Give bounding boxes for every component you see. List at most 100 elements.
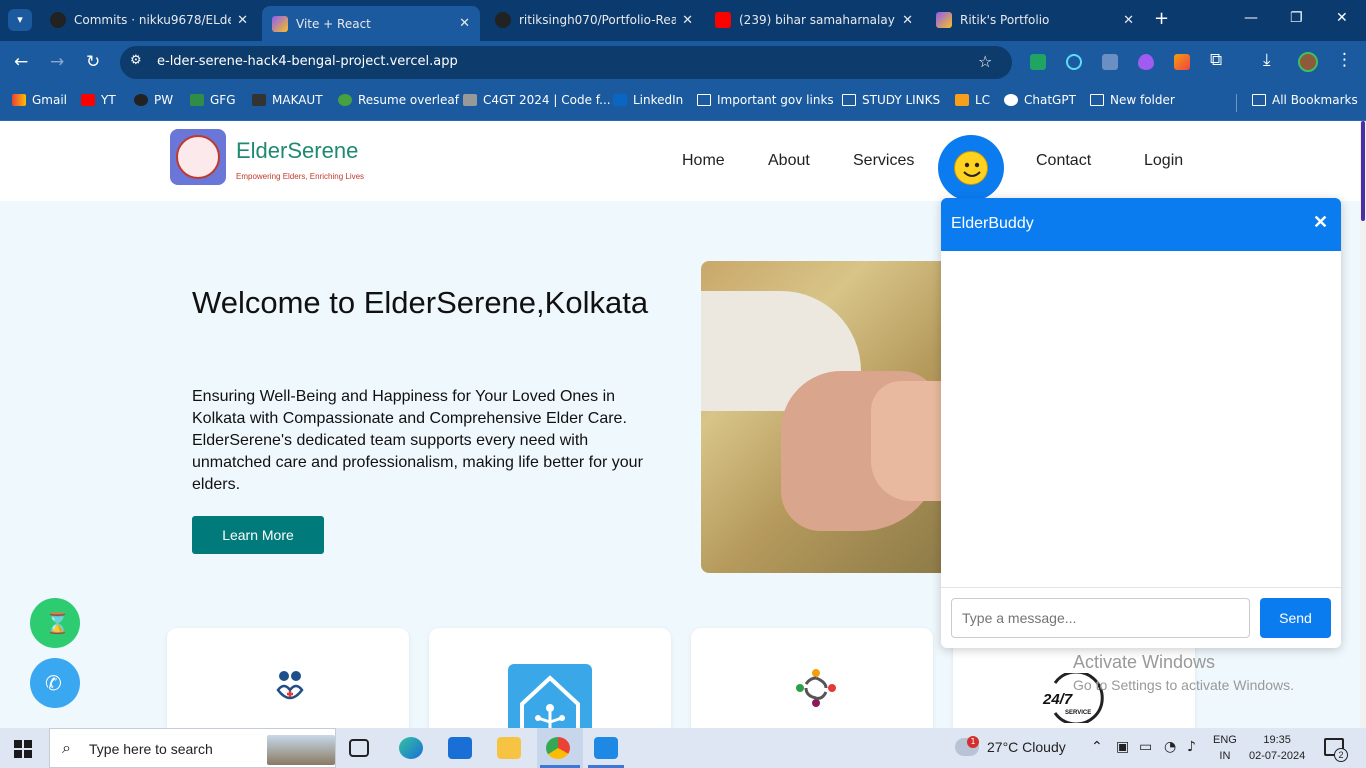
extension-pen-icon[interactable] xyxy=(1174,54,1190,70)
new-tab-icon[interactable]: + xyxy=(1154,8,1169,29)
elderserene-logo[interactable] xyxy=(170,129,226,185)
weather-alert-badge: 1 xyxy=(967,736,979,748)
nav-about[interactable]: About xyxy=(768,152,810,170)
whatsapp-button[interactable]: ⌛ xyxy=(30,598,80,648)
clock[interactable]: 19:35 02-07-2024 xyxy=(1249,732,1305,764)
bookmark-new-folder[interactable]: New folder xyxy=(1090,93,1175,107)
chat-send-button[interactable]: Send xyxy=(1260,598,1331,638)
close-icon[interactable]: ✕ xyxy=(1123,13,1134,28)
extension-drop-icon[interactable] xyxy=(1138,54,1154,70)
chat-message-input[interactable] xyxy=(951,598,1250,638)
battery-icon[interactable]: ▭ xyxy=(1139,739,1152,755)
notification-count-badge: 2 xyxy=(1334,748,1348,762)
clock-time: 19:35 xyxy=(1263,734,1291,746)
search-highlight-image xyxy=(267,735,335,765)
service-24-7-label: 24/7 xyxy=(1043,691,1073,708)
bookmark-c4gt[interactable]: C4GT 2024 | Code f... xyxy=(463,93,611,107)
nav-contact[interactable]: Contact xyxy=(1036,152,1091,170)
file-explorer-icon[interactable] xyxy=(497,737,521,759)
url-text: e-lder-serene-hack4-bengal-project.verce… xyxy=(157,54,458,69)
tab-youtube[interactable]: (239) bihar samaharnalay ky ✕ xyxy=(705,6,923,34)
bookmark-makaut[interactable]: MAKAUT xyxy=(252,93,323,107)
service-card[interactable] xyxy=(167,628,409,728)
address-bar[interactable]: ⚙ e-lder-serene-hack4-bengal-project.ver… xyxy=(120,46,1012,79)
bookmark-resume-overleaf[interactable]: Resume overleaf xyxy=(338,93,459,107)
tab-search-icon[interactable]: ▾ xyxy=(8,9,32,31)
search-placeholder: Type here to search xyxy=(89,741,213,757)
restore-icon[interactable]: ❐ xyxy=(1290,10,1303,26)
meet-now-icon[interactable]: ▣ xyxy=(1116,739,1129,755)
close-icon[interactable]: ✕ xyxy=(682,13,693,28)
language-indicator[interactable]: ENG IN xyxy=(1213,732,1237,764)
activate-windows-title: Activate Windows xyxy=(1073,652,1216,672)
browser-tab-strip: ▾ Commits · nikku9678/ELderS ✕ Vite + Re… xyxy=(0,0,1366,41)
chat-messages-area[interactable] xyxy=(941,251,1341,587)
bookmark-all-bookmarks[interactable]: All Bookmarks xyxy=(1252,93,1358,107)
close-icon[interactable]: ✕ xyxy=(902,13,913,28)
mail-icon[interactable] xyxy=(448,737,472,759)
nav-services[interactable]: Services xyxy=(853,152,914,170)
tab-ritik-portfolio[interactable]: Ritik's Portfolio ✕ xyxy=(926,6,1144,34)
leetcode-icon xyxy=(955,94,969,106)
weather-text[interactable]: 27°C Cloudy xyxy=(987,739,1066,755)
reload-icon[interactable]: ↻ xyxy=(86,52,100,72)
chrome-icon[interactable] xyxy=(546,737,570,759)
close-icon[interactable]: ✕ xyxy=(237,13,248,28)
tab-title: Ritik's Portfolio xyxy=(960,13,1050,27)
phone-icon: ✆ xyxy=(45,671,62,695)
extension-window-icon[interactable] xyxy=(1102,54,1118,70)
bookmark-linkedin[interactable]: LinkedIn xyxy=(613,93,683,107)
chevron-up-icon[interactable]: ⌃ xyxy=(1091,739,1103,755)
youtube-icon xyxy=(81,94,95,106)
bookmark-gmail[interactable]: Gmail xyxy=(12,93,67,107)
back-icon[interactable]: ← xyxy=(14,52,28,72)
task-view-icon[interactable] xyxy=(349,739,369,757)
bookmark-star-icon[interactable]: ☆ xyxy=(978,52,992,71)
hero-image-holding-hands xyxy=(701,261,941,573)
tab-vite-react[interactable]: Vite + React ✕ xyxy=(262,6,480,41)
download-icon[interactable]: ⤓ xyxy=(1263,50,1271,70)
volume-icon[interactable]: ♪ xyxy=(1187,739,1196,755)
wifi-icon[interactable]: ◔ xyxy=(1164,739,1176,755)
menu-kebab-icon[interactable]: ⋮ xyxy=(1336,50,1353,70)
brand-name: ElderSerene xyxy=(236,138,359,163)
windows-start-icon[interactable] xyxy=(14,740,32,758)
web-page: ElderSerene Empowering Elders, Enriching… xyxy=(0,121,1360,728)
page-scrollbar-thumb[interactable] xyxy=(1361,121,1365,221)
tab-portfolio-react[interactable]: ritiksingh070/Portfolio-React ✕ xyxy=(485,6,703,34)
call-button[interactable]: ✆ xyxy=(30,658,80,708)
nav-home[interactable]: Home xyxy=(682,152,725,170)
profile-avatar[interactable] xyxy=(1298,52,1318,72)
tab-title: (239) bihar samaharnalay ky xyxy=(739,13,897,27)
bookmark-gfg[interactable]: GFG xyxy=(190,93,236,107)
site-info-icon[interactable]: ⚙ xyxy=(130,53,142,68)
window-close-icon[interactable]: ✕ xyxy=(1336,10,1348,26)
minimize-icon[interactable]: — xyxy=(1244,10,1258,26)
learn-more-button[interactable]: Learn More xyxy=(192,516,324,554)
tab-commits[interactable]: Commits · nikku9678/ELderS ✕ xyxy=(40,6,258,34)
extensions-puzzle-icon[interactable]: ⧉ xyxy=(1210,50,1222,70)
whatsapp-icon: ⌛ xyxy=(45,611,70,635)
close-icon[interactable]: ✕ xyxy=(459,16,470,31)
tab-title: ritiksingh070/Portfolio-React xyxy=(519,13,677,27)
bookmark-study-links[interactable]: STUDY LINKS xyxy=(842,93,940,107)
service-card[interactable] xyxy=(429,628,671,728)
vscode-icon[interactable] xyxy=(594,737,618,759)
chatbot-toggle-button[interactable] xyxy=(938,135,1004,201)
bookmark-pw[interactable]: PW xyxy=(134,93,173,107)
bookmark-important-gov-links[interactable]: Important gov links xyxy=(697,93,834,107)
community-people-icon xyxy=(796,668,836,708)
extension-sheets-icon[interactable] xyxy=(1030,54,1046,70)
bookmark-lc[interactable]: LC xyxy=(955,93,990,107)
forward-icon[interactable]: → xyxy=(50,52,64,72)
bookmark-yt[interactable]: YT xyxy=(81,93,116,107)
bookmark-chatgpt[interactable]: ChatGPT xyxy=(1004,93,1076,107)
service-card[interactable] xyxy=(691,628,933,728)
chat-close-icon[interactable]: ✕ xyxy=(1313,212,1328,233)
hero-description: Ensuring Well-Being and Happiness for Yo… xyxy=(192,388,643,493)
edge-icon[interactable] xyxy=(399,737,423,759)
folder-icon xyxy=(1252,94,1266,106)
taskbar-search-box[interactable]: ⌕ Type here to search xyxy=(49,728,336,768)
extension-react-icon[interactable] xyxy=(1066,54,1082,70)
nav-login[interactable]: Login xyxy=(1144,152,1183,170)
